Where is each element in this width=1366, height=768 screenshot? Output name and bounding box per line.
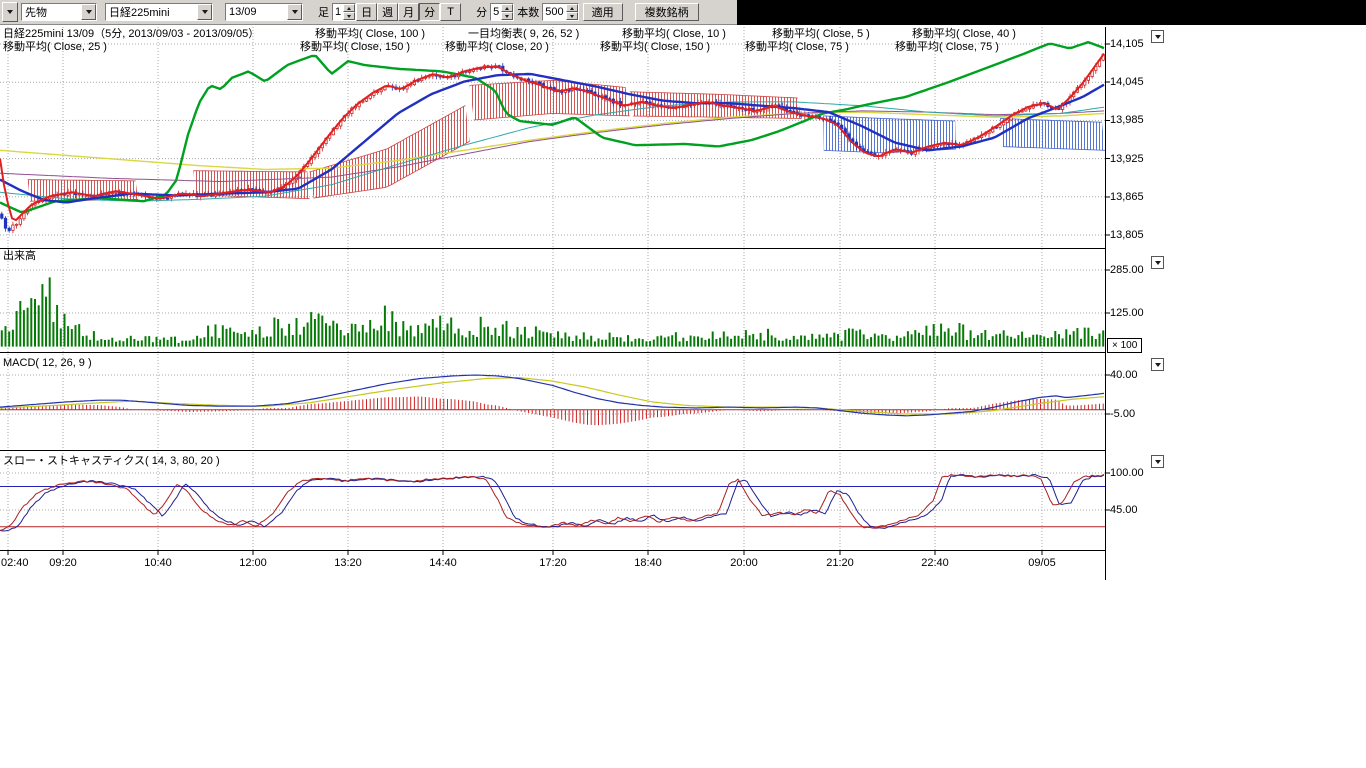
time-axis-label: 10:40 — [141, 557, 175, 569]
time-axis-label: 09/05 — [1025, 557, 1059, 569]
spin-up-icon[interactable] — [566, 4, 578, 12]
volume-panel-label: 出来高 — [3, 250, 36, 262]
minute-spinner[interactable]: 5 — [490, 3, 514, 21]
toolbar-dropdown-button[interactable] — [2, 2, 18, 22]
chevron-down-icon — [1155, 261, 1161, 265]
indicator-label: 移動平均( Close, 100 ) — [315, 28, 425, 40]
period-tick-button[interactable]: T — [440, 3, 461, 21]
chevron-down-icon — [81, 4, 96, 20]
spin-up-icon[interactable] — [501, 4, 513, 12]
time-axis-label: 21:20 — [823, 557, 857, 569]
indicator-label: 移動平均( Close, 40 ) — [912, 28, 1016, 40]
spin-down-icon[interactable] — [566, 12, 578, 20]
spinner-buttons[interactable] — [343, 4, 355, 20]
symbol-value: 日経225mini — [106, 4, 197, 20]
time-axis-label: 13:20 — [331, 557, 365, 569]
chevron-down-icon — [287, 4, 302, 20]
spinner-buttons[interactable] — [501, 4, 513, 20]
period-month-button[interactable]: 月 — [398, 3, 419, 21]
spin-up-icon[interactable] — [343, 4, 355, 12]
price-axis-label: 14,045 — [1110, 76, 1158, 88]
time-axis-label: 02:40 — [1, 557, 35, 569]
volume-axis-label: 125.00 — [1110, 307, 1158, 319]
price-axis-label: 13,925 — [1110, 153, 1158, 165]
chevron-down-icon — [1155, 460, 1161, 464]
spinner-buttons[interactable] — [566, 4, 578, 20]
period-day-button[interactable]: 日 — [356, 3, 377, 21]
bar-type-label: 足 — [318, 4, 329, 20]
volume-multiplier-badge: × 100 — [1107, 338, 1142, 353]
instrument-type-select[interactable]: 先物 — [21, 3, 97, 21]
time-axis-label: 18:40 — [631, 557, 665, 569]
multi-symbol-button[interactable]: 複数銘柄 — [635, 3, 699, 21]
chevron-down-icon — [1155, 35, 1161, 39]
period-minute-button[interactable]: 分 — [419, 3, 440, 21]
stoch-panel-dropdown-button[interactable] — [1151, 455, 1164, 468]
price-panel-dropdown-button[interactable] — [1151, 30, 1164, 43]
indicator-label: 移動平均( Close, 25 ) — [3, 41, 107, 53]
indicator-label: 移動平均( Close, 5 ) — [772, 28, 870, 40]
spin-down-icon[interactable] — [343, 12, 355, 20]
price-axis-label: 13,865 — [1110, 191, 1158, 203]
symbol-select[interactable]: 日経225mini — [105, 3, 213, 21]
time-axis-label: 22:40 — [918, 557, 952, 569]
interval-value: 1 — [333, 4, 343, 20]
price-axis-label: 13,985 — [1110, 114, 1158, 126]
chart-title: 日経225mini 13/09（5分, 2013/09/03 - 2013/09… — [3, 28, 259, 40]
macd-panel-dropdown-button[interactable] — [1151, 358, 1164, 371]
bar-count-label: 本数 — [517, 4, 539, 20]
period-week-button[interactable]: 週 — [377, 3, 398, 21]
indicator-label: 移動平均( Close, 150 ) — [300, 41, 410, 53]
instrument-type-value: 先物 — [22, 4, 81, 20]
spin-down-icon[interactable] — [501, 12, 513, 20]
indicator-label: 移動平均( Close, 75 ) — [745, 41, 849, 53]
chart-canvas[interactable] — [0, 0, 1366, 768]
chevron-down-icon — [7, 10, 13, 14]
time-axis-label: 14:40 — [426, 557, 460, 569]
indicator-label: 一目均衡表( 9, 26, 52 ) — [468, 28, 579, 40]
macd-panel-label: MACD( 12, 26, 9 ) — [3, 357, 92, 369]
time-axis-label: 20:00 — [727, 557, 761, 569]
bar-count-value: 500 — [543, 4, 565, 20]
minute-label: 分 — [476, 4, 487, 20]
time-axis-label: 17:20 — [536, 557, 570, 569]
stoch-axis-label: 100.00 — [1110, 467, 1158, 479]
price-axis-label: 13,805 — [1110, 229, 1158, 241]
stoch-panel-label: スロー・ストキャスティクス( 14, 3, 80, 20 ) — [3, 455, 220, 467]
indicator-label: 移動平均( Close, 10 ) — [622, 28, 726, 40]
minute-value: 5 — [491, 4, 501, 20]
indicator-label: 移動平均( Close, 75 ) — [895, 41, 999, 53]
toolbar: 先物 日経225mini 13/09 足 1 日 週 月 分 T 分 — [0, 0, 737, 25]
contract-month-select[interactable]: 13/09 — [225, 3, 303, 21]
trading-app-window: 先物 日経225mini 13/09 足 1 日 週 月 分 T 分 — [0, 0, 1366, 768]
stoch-axis-label: 45.00 — [1110, 504, 1158, 516]
apply-button[interactable]: 適用 — [583, 3, 623, 21]
interval-spinner[interactable]: 1 — [332, 3, 356, 21]
indicator-label: 移動平均( Close, 20 ) — [445, 41, 549, 53]
time-axis-label: 09:20 — [46, 557, 80, 569]
indicator-label: 移動平均( Close, 150 ) — [600, 41, 710, 53]
bar-count-spinner[interactable]: 500 — [542, 3, 578, 21]
macd-axis-label: -5.00 — [1110, 408, 1158, 420]
contract-month-value: 13/09 — [226, 6, 287, 18]
time-axis-label: 12:00 — [236, 557, 270, 569]
volume-panel-dropdown-button[interactable] — [1151, 256, 1164, 269]
chevron-down-icon — [1155, 363, 1161, 367]
toolbar-filler — [737, 0, 1366, 25]
chevron-down-icon — [197, 4, 212, 20]
